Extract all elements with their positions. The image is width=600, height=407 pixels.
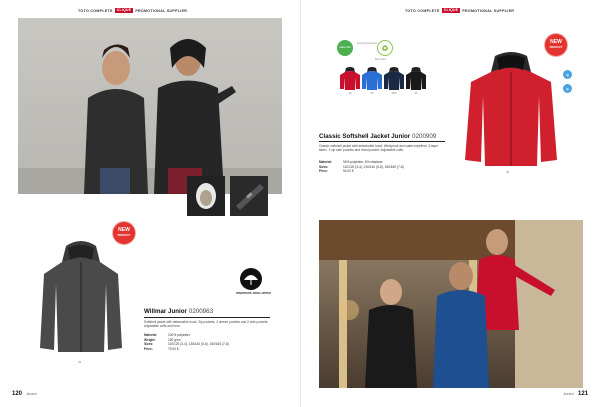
product-title: Classic Softshell Jacket Junior 0200909 <box>319 133 436 140</box>
product-name: Classic Softshell Jacket Junior <box>319 133 411 140</box>
header-tag: CLIQUE <box>441 8 461 13</box>
icon-caption: WINDPROOF WIND LIMITER <box>236 292 271 295</box>
color-swatch[interactable] <box>361 66 383 90</box>
page-number: 120 <box>12 391 23 397</box>
oeko-tex-icon: OEKO-TEX <box>337 40 353 56</box>
product-description: Softshell jacket with detachable hood. Z… <box>144 320 269 329</box>
umbrella-icon <box>244 275 258 285</box>
detail-zip-illustration <box>236 184 264 210</box>
hero-illustration <box>18 39 282 194</box>
page-number: 121 <box>577 391 588 397</box>
cert-caption: Recycled polyester <box>357 42 378 45</box>
product-code: 0200909 <box>412 133 437 140</box>
page-header: TOTO COMPLETE CLIQUE PROMOTIONAL SUPPLIE… <box>405 8 514 13</box>
badge-sublabel: PRODUCT <box>549 46 563 49</box>
spec-key: Price: <box>144 346 153 351</box>
swatch-code: 35 <box>348 91 352 95</box>
left-page: TOTO COMPLETE CLIQUE PROMOTIONAL SUPPLIE… <box>0 0 300 407</box>
header-tag: CLIQUE <box>114 8 134 13</box>
detail-photo-hood <box>187 176 225 216</box>
swatch-code: 55 <box>370 91 374 95</box>
spec-row: Price: 94,00 € <box>319 169 449 174</box>
spec-value: 94,00 € <box>343 169 354 174</box>
title-rule <box>319 141 445 142</box>
header-text-2: PROMOTIONAL SUPPLIER <box>135 8 188 13</box>
cert-label: OEKO-TEX <box>339 47 351 49</box>
product-title: Willmar Junior 0200963 <box>144 308 213 315</box>
color-swatch[interactable] <box>383 66 405 90</box>
spec-row: Price: 79,00 € <box>144 347 274 352</box>
cert2-label: Recycled <box>375 58 386 61</box>
detail-hood-illustration <box>196 183 216 209</box>
jacket-swatch-icon <box>340 67 360 90</box>
page-footer: 120 Junior <box>12 391 37 397</box>
product-name: Willmar Junior <box>144 308 187 315</box>
swatch-code: 580 <box>391 91 397 95</box>
header-text-2: PROMOTIONAL SUPPLIER <box>462 8 515 13</box>
title-rule <box>144 317 270 318</box>
detail-photo-zip <box>230 176 268 216</box>
jacket-swatch-icon <box>406 67 426 90</box>
feature-icon-1: ◎ <box>563 70 572 79</box>
section-name: Junior <box>563 391 574 396</box>
color-swatch[interactable] <box>405 66 427 90</box>
page-header: TOTO COMPLETE CLIQUE PROMOTIONAL SUPPLIE… <box>78 8 187 13</box>
header-text: TOTO COMPLETE <box>78 8 113 13</box>
right-page: TOTO COMPLETE CLIQUE PROMOTIONAL SUPPLIE… <box>300 0 600 407</box>
windproof-icon <box>240 268 262 290</box>
spec-value: 79,00 € <box>168 346 179 351</box>
spec-key: Price: <box>319 169 328 174</box>
jacket-swatch-icon <box>384 67 404 90</box>
feature-icon-2: ◎ <box>563 84 572 93</box>
jacket-swatch-icon <box>362 67 382 90</box>
swatch-code: 99 <box>414 91 418 95</box>
hero-photo-kids-on-wall <box>18 18 282 194</box>
classic-softshell-jacket-image <box>465 52 557 166</box>
page-footer: Junior 121 <box>563 391 588 397</box>
product-code: 0200963 <box>188 308 214 315</box>
product-specs: Material: 100% polyester Weight: 190 g/m² … <box>144 333 274 351</box>
swatch-code: 35 <box>506 170 510 174</box>
swatch-code: 94 <box>78 360 82 364</box>
carousel-illustration <box>319 220 583 388</box>
product-description: Classic softshell jacket with detachable… <box>319 144 439 153</box>
willmar-jacket-image <box>40 241 122 352</box>
product-specs: Material: 94% polyester, 6% elastane Size… <box>319 160 449 174</box>
section-name: Junior <box>26 391 37 396</box>
header-text: TOTO COMPLETE <box>405 8 440 13</box>
lifestyle-photo-carousel <box>319 220 583 388</box>
badge-sublabel: PRODUCT <box>117 234 131 237</box>
recycle-icon: ♻ <box>377 40 393 56</box>
color-swatch[interactable] <box>339 66 361 90</box>
